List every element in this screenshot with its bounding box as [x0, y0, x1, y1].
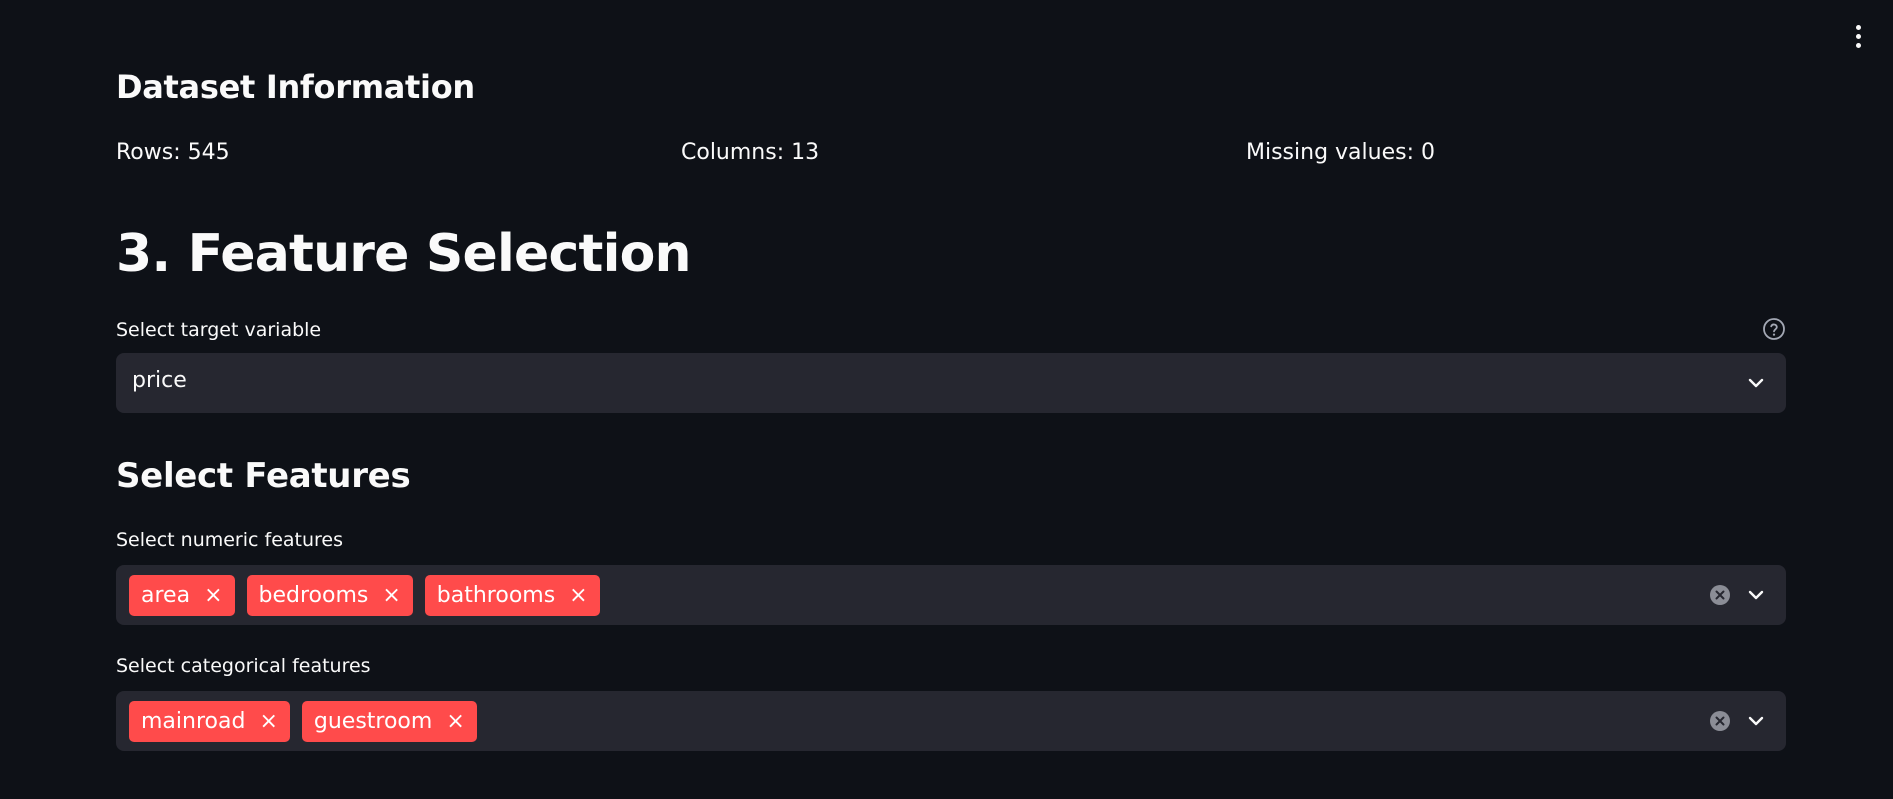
tag-label: area [141, 583, 191, 608]
missing-values-count: Missing values: 0 [1246, 140, 1435, 165]
clear-all-icon[interactable] [1709, 710, 1731, 732]
tag-bedrooms: bedrooms × [246, 575, 413, 616]
chevron-down-icon[interactable] [1744, 371, 1768, 395]
dataset-info-heading: Dataset Information [116, 68, 475, 106]
more-vertical-icon-dot [1855, 42, 1861, 48]
main-menu-button[interactable] [1843, 18, 1873, 54]
tag-guestroom: guestroom × [301, 701, 477, 742]
numeric-tags: area × bedrooms × bathrooms × [129, 575, 600, 616]
columns-count: Columns: 13 [681, 140, 820, 165]
tag-area: area × [129, 575, 235, 616]
target-variable-value: price [132, 368, 187, 393]
tag-label: bedrooms [258, 583, 369, 608]
more-vertical-icon-dot [1855, 33, 1861, 39]
app-page: Dataset Information Rows: 545 Columns: 1… [0, 0, 1893, 799]
target-variable-label: Select target variable [116, 319, 322, 341]
tag-bathrooms: bathrooms × [424, 575, 600, 616]
select-features-heading: Select Features [116, 456, 411, 496]
dataset-stats-row: Rows: 545 Columns: 13 Missing values: 0 [116, 140, 1786, 170]
target-variable-select[interactable]: price [116, 353, 1786, 413]
tag-label: guestroom [313, 709, 433, 734]
help-circle-icon[interactable] [1762, 317, 1786, 341]
feature-selection-heading: 3. Feature Selection [116, 224, 692, 284]
remove-tag-icon[interactable]: × [259, 710, 277, 733]
remove-tag-icon[interactable]: × [382, 584, 400, 607]
clear-all-icon[interactable] [1709, 584, 1731, 606]
categorical-features-label: Select categorical features [116, 655, 371, 677]
rows-count: Rows: 545 [116, 140, 230, 165]
categorical-tags: mainroad × guestroom × [129, 701, 477, 742]
categorical-features-multiselect[interactable]: mainroad × guestroom × [116, 691, 1786, 751]
chevron-down-icon[interactable] [1744, 709, 1768, 733]
more-vertical-icon [1855, 24, 1861, 30]
remove-tag-icon[interactable]: × [569, 584, 587, 607]
chevron-down-icon[interactable] [1744, 583, 1768, 607]
tag-label: bathrooms [436, 583, 556, 608]
tag-label: mainroad [141, 709, 246, 734]
remove-tag-icon[interactable]: × [204, 584, 222, 607]
numeric-features-label: Select numeric features [116, 529, 344, 551]
numeric-features-multiselect[interactable]: area × bedrooms × bathrooms × [116, 565, 1786, 625]
remove-tag-icon[interactable]: × [446, 710, 464, 733]
tag-mainroad: mainroad × [129, 701, 290, 742]
